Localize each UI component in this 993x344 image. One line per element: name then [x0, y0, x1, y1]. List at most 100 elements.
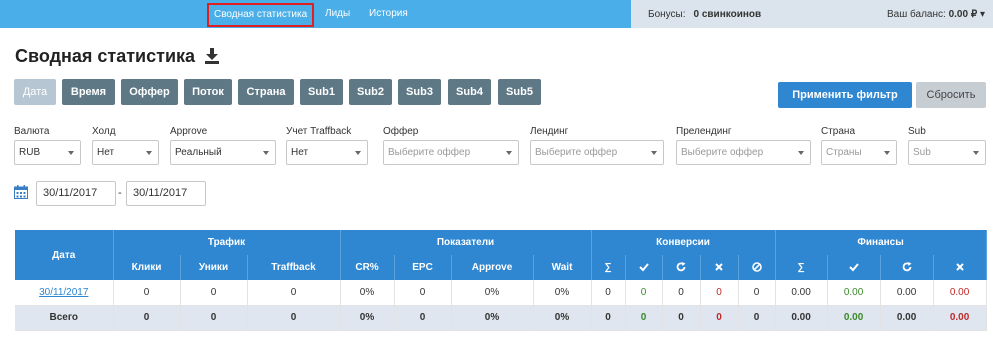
caret-down-icon — [146, 151, 152, 155]
group-metrics-header: Показатели — [340, 230, 592, 255]
traffback-value: Нет — [291, 147, 309, 158]
caret-down-icon — [798, 151, 804, 155]
group-btn-sub1[interactable]: Sub1 — [300, 79, 343, 105]
col-fin-rejected-header[interactable] — [933, 255, 987, 280]
refresh-icon — [676, 262, 686, 272]
reset-button[interactable]: Сбросить — [916, 82, 986, 108]
col-traffback-header[interactable]: Traffback — [247, 255, 341, 280]
sub-select[interactable]: Sub — [908, 140, 986, 165]
refresh-icon — [902, 262, 912, 272]
apply-filter-button[interactable]: Применить фильтр — [778, 82, 912, 108]
col-conv-rejected-header[interactable] — [700, 255, 739, 280]
approve-select[interactable]: Реальный — [170, 140, 276, 165]
calendar-icon[interactable] — [14, 185, 28, 199]
sub-label: Sub — [908, 126, 926, 137]
cell-uniques: 0 — [180, 280, 248, 306]
close-icon — [715, 263, 723, 272]
total-epc: 0 — [394, 305, 452, 331]
chevron-down-icon: ▾ — [979, 9, 985, 20]
offer-label: Оффер — [383, 126, 419, 137]
total-conv-sum: 0 — [591, 305, 626, 331]
cell-fin-rejected: 0.00 — [933, 280, 987, 306]
nav-history[interactable]: История — [369, 0, 408, 28]
total-cr: 0% — [340, 305, 395, 331]
col-cr-header[interactable]: CR% — [340, 255, 395, 280]
download-icon[interactable] — [205, 48, 219, 64]
hold-select[interactable]: Нет — [92, 140, 159, 165]
landing-select[interactable]: Выберите оффер — [530, 140, 664, 165]
group-traffic-header: Трафик — [113, 230, 341, 255]
group-btn-date[interactable]: Дата — [14, 79, 56, 105]
group-btn-sub4[interactable]: Sub4 — [448, 79, 491, 105]
total-label: Всего — [15, 305, 114, 331]
group-btn-stream[interactable]: Поток — [184, 79, 232, 105]
country-select[interactable]: Страны — [821, 140, 897, 165]
total-fin-approved: 0.00 — [827, 305, 881, 331]
cell-conv-rejected: 0 — [700, 280, 739, 306]
cell-conv-pending: 0 — [662, 280, 701, 306]
group-btn-sub2[interactable]: Sub2 — [349, 79, 392, 105]
landing-placeholder: Выберите оффер — [535, 147, 618, 158]
ban-icon — [751, 262, 762, 273]
bonus-value: 0 свинкоинов — [693, 9, 762, 20]
total-traffback: 0 — [247, 305, 341, 331]
col-conv-trash-header[interactable] — [738, 255, 776, 280]
hold-value: Нет — [97, 147, 115, 158]
offer-select[interactable]: Выберите оффер — [383, 140, 519, 165]
row-date-link[interactable]: 30/11/2017 — [15, 280, 114, 306]
group-btn-offer[interactable]: Оффер — [121, 79, 178, 105]
col-wait-header[interactable]: Wait — [533, 255, 592, 280]
total-conv-pending: 0 — [662, 305, 701, 331]
caret-down-icon — [973, 151, 979, 155]
col-date-header[interactable]: Дата — [15, 230, 114, 280]
balance-value: 0.00 ₽ — [948, 9, 978, 20]
col-fin-approved-header[interactable] — [827, 255, 881, 280]
nav-leads[interactable]: Лиды — [325, 0, 350, 28]
prelanding-placeholder: Выберите оффер — [681, 147, 764, 158]
currency-value: RUB — [19, 147, 41, 158]
date-to-input[interactable]: 30/11/2017 — [126, 181, 206, 206]
caret-down-icon — [355, 151, 361, 155]
caret-down-icon — [651, 151, 657, 155]
sub-placeholder: Sub — [913, 147, 931, 158]
group-btn-sub3[interactable]: Sub3 — [398, 79, 441, 105]
stats-table: Дата Трафик Показатели Конверсии Финансы… — [15, 230, 987, 331]
cell-approve: 0% — [451, 280, 534, 306]
table-total-row: Всего 0 0 0 0% 0 0% 0% 0 0 0 0 0 0.00 0.… — [15, 305, 987, 331]
cell-fin-approved: 0.00 — [827, 280, 881, 306]
bonus-label: Бонусы: — [648, 9, 686, 20]
hold-label: Холд — [92, 126, 116, 137]
cell-wait: 0% — [533, 280, 592, 306]
col-epc-header[interactable]: EPC — [394, 255, 452, 280]
col-conv-approved-header[interactable] — [625, 255, 663, 280]
caret-down-icon — [68, 151, 74, 155]
currency-select[interactable]: RUB — [14, 140, 81, 165]
prelanding-select[interactable]: Выберите оффер — [676, 140, 811, 165]
nav-summary-stats[interactable]: Сводная статистика — [207, 3, 315, 27]
traffback-select[interactable]: Нет — [286, 140, 368, 165]
balance-dropdown[interactable]: Ваш баланс: 0.00 ₽ ▾ — [887, 0, 985, 30]
prelanding-label: Прелендинг — [676, 126, 732, 137]
col-uniques-header[interactable]: Уники — [180, 255, 248, 280]
cell-conv-sum: 0 — [591, 280, 626, 306]
group-btn-sub5[interactable]: Sub5 — [498, 79, 541, 105]
total-conv-rejected: 0 — [700, 305, 739, 331]
group-btn-country[interactable]: Страна — [238, 79, 294, 105]
cell-cr: 0% — [340, 280, 395, 306]
caret-down-icon — [263, 151, 269, 155]
traffback-label: Учет Traffback — [286, 126, 352, 137]
group-btn-time[interactable]: Время — [62, 79, 115, 105]
col-conv-sum-header[interactable]: ∑ — [591, 255, 626, 280]
col-fin-sum-header[interactable]: ∑ — [775, 255, 828, 280]
check-icon — [638, 263, 649, 272]
col-conv-pending-header[interactable] — [662, 255, 701, 280]
total-wait: 0% — [533, 305, 592, 331]
cell-conv-approved: 0 — [625, 280, 663, 306]
col-approve-header[interactable]: Approve — [451, 255, 534, 280]
col-clicks-header[interactable]: Клики — [113, 255, 181, 280]
check-icon — [848, 263, 859, 272]
approve-value: Реальный — [175, 147, 222, 158]
col-fin-pending-header[interactable] — [880, 255, 934, 280]
date-from-input[interactable]: 30/11/2017 — [36, 181, 116, 206]
caret-down-icon — [506, 151, 512, 155]
